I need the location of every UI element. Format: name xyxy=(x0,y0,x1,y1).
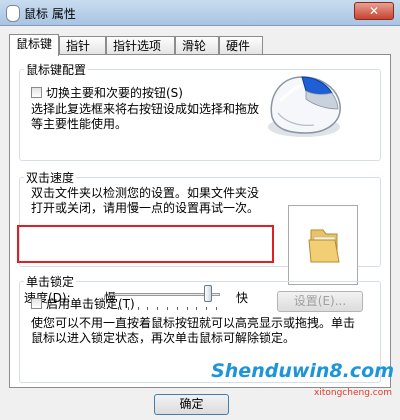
description-line: 鼠标以进入锁定状态，再次单击鼠标可解除锁定。 xyxy=(31,331,296,345)
description-line: 双击文件夹以检测您的设置。如果文件夹没 xyxy=(31,186,260,200)
tab-buttons[interactable]: 鼠标键 xyxy=(9,34,59,56)
description-line: 使您可以不用一直按着鼠标按钮就可以高亮显示或拖拽。单击 xyxy=(31,316,356,330)
switch-buttons-checkbox[interactable]: 切换主要和次要的按钮(S) xyxy=(31,84,183,101)
description-line: 打开或关闭，请用慢一点的设置再试一次。 xyxy=(31,201,260,215)
title-bar: 鼠标 属性 ✕ xyxy=(0,0,400,26)
description-line: 等主要性能使用。 xyxy=(31,117,128,131)
description-line: 选择此复选框来将右按钮设成如选择和拖放 xyxy=(31,102,260,116)
checkbox-box[interactable] xyxy=(31,87,42,98)
watermark-text: Shenduwin8.com xyxy=(211,360,394,382)
watermark-subtext: xitongcheng.com xyxy=(314,388,392,398)
tab-panel: 鼠标键配置 切换主要和次要的按钮(S) 选择此复选框来将右按钮设成如选择和拖放 … xyxy=(9,54,391,388)
switch-buttons-label: 切换主要和次要的按钮(S) xyxy=(46,86,183,100)
tab-hardware[interactable]: 硬件 xyxy=(219,36,263,55)
window-title: 鼠标 属性 xyxy=(24,7,76,21)
click-lock-label: 启用单击锁定(T) xyxy=(46,297,135,311)
tab-pointer-options[interactable]: 指针选项 xyxy=(106,36,175,55)
double-click-legend: 双击速度 xyxy=(26,171,75,185)
tab-pointers[interactable]: 指针 xyxy=(59,36,106,55)
click-lock-legend: 单击锁定 xyxy=(26,275,75,289)
click-lock-description: 使您可以不用一直按着鼠标按钮就可以高亮显示或拖拽。单击 鼠标以进入锁定状态，再次… xyxy=(31,316,355,346)
double-click-description: 双击文件夹以检测您的设置。如果文件夹没 打开或关闭，请用慢一点的设置再试一次。 xyxy=(31,186,259,216)
checkbox-box[interactable] xyxy=(31,298,42,309)
speed-highlight-box xyxy=(17,225,274,263)
button-config-legend: 鼠标键配置 xyxy=(26,63,87,77)
site-watermark: Shenduwin8.com xitongcheng.com xyxy=(211,350,400,420)
mouse-icon xyxy=(6,5,20,22)
click-lock-checkbox[interactable]: 启用单击锁定(T) xyxy=(31,295,135,312)
ok-button[interactable]: 确定 xyxy=(154,394,229,415)
click-lock-settings-button[interactable]: 设置(E)... xyxy=(277,291,363,312)
tab-wheel[interactable]: 滑轮 xyxy=(175,36,219,55)
mouse-illustration xyxy=(268,76,341,137)
close-button[interactable]: ✕ xyxy=(354,2,394,20)
button-config-description: 选择此复选框来将右按钮设成如选择和拖放 等主要性能使用。 xyxy=(31,102,259,132)
